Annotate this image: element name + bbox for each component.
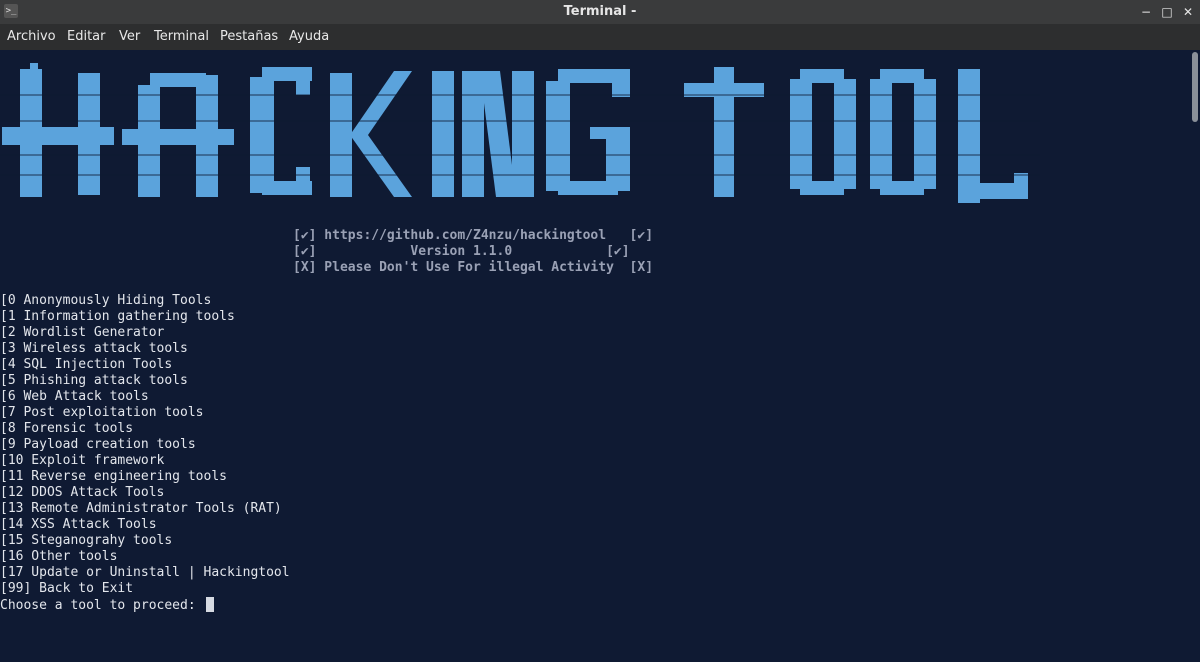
menu-ayuda[interactable]: Ayuda bbox=[289, 24, 329, 50]
tool-menu-item: [10 Exploit framework bbox=[0, 453, 165, 468]
tool-menu-item: [11 Reverse engineering tools bbox=[0, 469, 227, 484]
minimize-icon[interactable]: − bbox=[1138, 4, 1154, 20]
menu-bar: Archivo Editar Ver Terminal Pestañas Ayu… bbox=[0, 24, 1200, 50]
tool-menu-item: [7 Post exploitation tools bbox=[0, 405, 204, 420]
menu-terminal[interactable]: Terminal bbox=[154, 24, 209, 50]
tool-menu-item: [6 Web Attack tools bbox=[0, 389, 149, 404]
menu-ver[interactable]: Ver bbox=[119, 24, 140, 50]
terminal-scrollbar[interactable] bbox=[1192, 52, 1198, 122]
close-icon[interactable]: ✕ bbox=[1180, 4, 1196, 20]
info-line-github: [✔] https://github.com/Z4nzu/hackingtool… bbox=[293, 228, 654, 243]
tool-menu-item: [3 Wireless attack tools bbox=[0, 341, 188, 356]
tool-menu-item: [12 DDOS Attack Tools bbox=[0, 485, 165, 500]
maximize-icon[interactable]: □ bbox=[1159, 4, 1175, 20]
ascii-banner bbox=[0, 63, 1040, 203]
tool-menu-item: [2 Wordlist Generator bbox=[0, 325, 165, 340]
prompt-text: Choose a tool to proceed: bbox=[0, 598, 204, 613]
menu-archivo[interactable]: Archivo bbox=[7, 24, 56, 50]
tool-menu-item: [9 Payload creation tools bbox=[0, 437, 196, 452]
tool-menu-item: [14 XSS Attack Tools bbox=[0, 517, 157, 532]
tool-menu-item: [99] Back to Exit bbox=[0, 581, 134, 596]
window-title: Terminal - bbox=[563, 4, 637, 19]
title-bar: >_ Terminal - − □ ✕ bbox=[0, 0, 1200, 24]
info-line-warning: [X] Please Don't Use For illegal Activit… bbox=[293, 260, 654, 275]
text-cursor bbox=[205, 597, 214, 612]
tool-menu-item: [4 SQL Injection Tools bbox=[0, 357, 173, 372]
menu-pestanas[interactable]: Pestañas bbox=[220, 24, 278, 50]
tool-menu-item: [16 Other tools bbox=[0, 549, 118, 564]
tool-menu-item: [15 Steganograhy tools bbox=[0, 533, 173, 548]
banner-letters bbox=[2, 63, 1028, 203]
tool-menu-item: [0 Anonymously Hiding Tools bbox=[0, 293, 212, 308]
tool-menu-item: [13 Remote Administrator Tools (RAT) bbox=[0, 501, 282, 516]
tool-menu-item: [17 Update or Uninstall | Hackingtool bbox=[0, 565, 290, 580]
menu-editar[interactable]: Editar bbox=[67, 24, 106, 50]
info-line-version: [✔] Version 1.1.0 [✔] bbox=[293, 244, 630, 259]
prompt-line[interactable]: Choose a tool to proceed: bbox=[0, 597, 214, 614]
tool-menu-item: [8 Forensic tools bbox=[0, 421, 134, 436]
tool-menu-item: [5 Phishing attack tools bbox=[0, 373, 188, 388]
tool-menu-item: [1 Information gathering tools bbox=[0, 309, 235, 324]
